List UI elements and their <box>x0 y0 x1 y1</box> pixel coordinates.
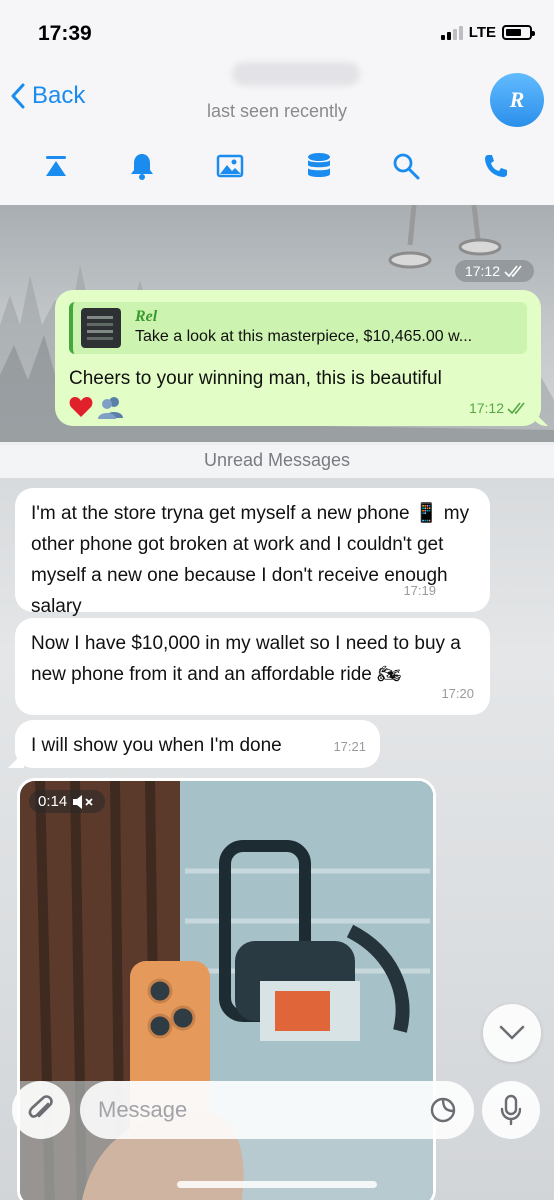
last-seen-status: last seen recently <box>206 101 348 121</box>
microphone-button[interactable] <box>482 1081 540 1139</box>
microphone-icon <box>500 1094 522 1126</box>
chat-toolbar <box>0 148 554 184</box>
outgoing-time: 17:12 <box>468 400 504 416</box>
incoming-message[interactable]: I will show you when I'm done 17:21 <box>15 720 380 768</box>
gallery-icon[interactable] <box>212 148 248 184</box>
reply-author: Rel <box>135 308 158 325</box>
incoming-message[interactable]: Now I have $10,000 in my wallet so I nee… <box>15 618 490 715</box>
avatar[interactable]: R <box>490 73 544 127</box>
bell-icon[interactable] <box>124 148 160 184</box>
home-indicator <box>177 1181 377 1188</box>
chat-header: 17:39 LTE Back last seen recently R <box>0 0 554 205</box>
scroll-to-bottom-button[interactable] <box>483 1004 541 1062</box>
outgoing-message[interactable]: Rel Take a look at this masterpiece, $10… <box>55 290 541 426</box>
incoming-message[interactable]: I'm at the store tryna get myself a new … <box>15 488 490 617</box>
video-duration-badge[interactable]: 0:14 <box>29 790 106 813</box>
chevron-down-icon <box>499 1025 525 1040</box>
phone-icon[interactable] <box>478 148 514 184</box>
reply-thumbnail <box>81 308 121 348</box>
message-composer <box>0 1075 554 1145</box>
paperclip-icon <box>28 1095 53 1118</box>
status-time: 17:39 <box>38 22 92 45</box>
search-icon[interactable] <box>388 148 424 184</box>
chat-area[interactable]: 17:12 Rel Take a look at this masterpiec… <box>0 205 554 1200</box>
battery-icon <box>502 25 535 40</box>
contact-name-redacted[interactable] <box>232 62 360 86</box>
network-label: LTE <box>468 24 496 41</box>
image-time-chip: 17:12 <box>454 260 534 282</box>
database-icon[interactable] <box>301 148 337 184</box>
message-time: 17:21 <box>333 739 366 754</box>
attach-button[interactable] <box>12 1081 70 1139</box>
outgoing-text: Cheers to your winning man, this is beau… <box>69 368 442 389</box>
message-input[interactable] <box>80 1081 474 1139</box>
message-text: Now I have $10,000 in my wallet so I nee… <box>31 633 461 685</box>
message-time: 17:19 <box>403 583 436 598</box>
emoji-row <box>69 394 527 420</box>
pin-top-icon[interactable] <box>38 148 74 184</box>
outgoing-meta: 17:12 <box>469 400 527 416</box>
muted-speaker-icon <box>73 794 93 809</box>
red-heart-icon <box>69 397 93 417</box>
sticker-icon[interactable] <box>428 1095 458 1125</box>
reply-preview[interactable]: Rel Take a look at this masterpiece, $10… <box>69 302 527 354</box>
double-check-icon <box>507 402 525 414</box>
message-time: 17:20 <box>441 686 474 701</box>
unread-messages-divider: Unread Messages <box>0 442 554 478</box>
reply-text: Take a look at this masterpiece, $10,465… <box>135 328 473 345</box>
double-check-icon <box>504 265 522 277</box>
busts-in-silhouette-icon <box>98 397 123 419</box>
message-text: I will show you when I'm done <box>31 735 282 756</box>
signal-icon <box>440 25 463 40</box>
status-indicators: LTE <box>440 24 535 41</box>
image-time: 17:12 <box>464 263 500 279</box>
video-duration: 0:14 <box>38 793 68 810</box>
